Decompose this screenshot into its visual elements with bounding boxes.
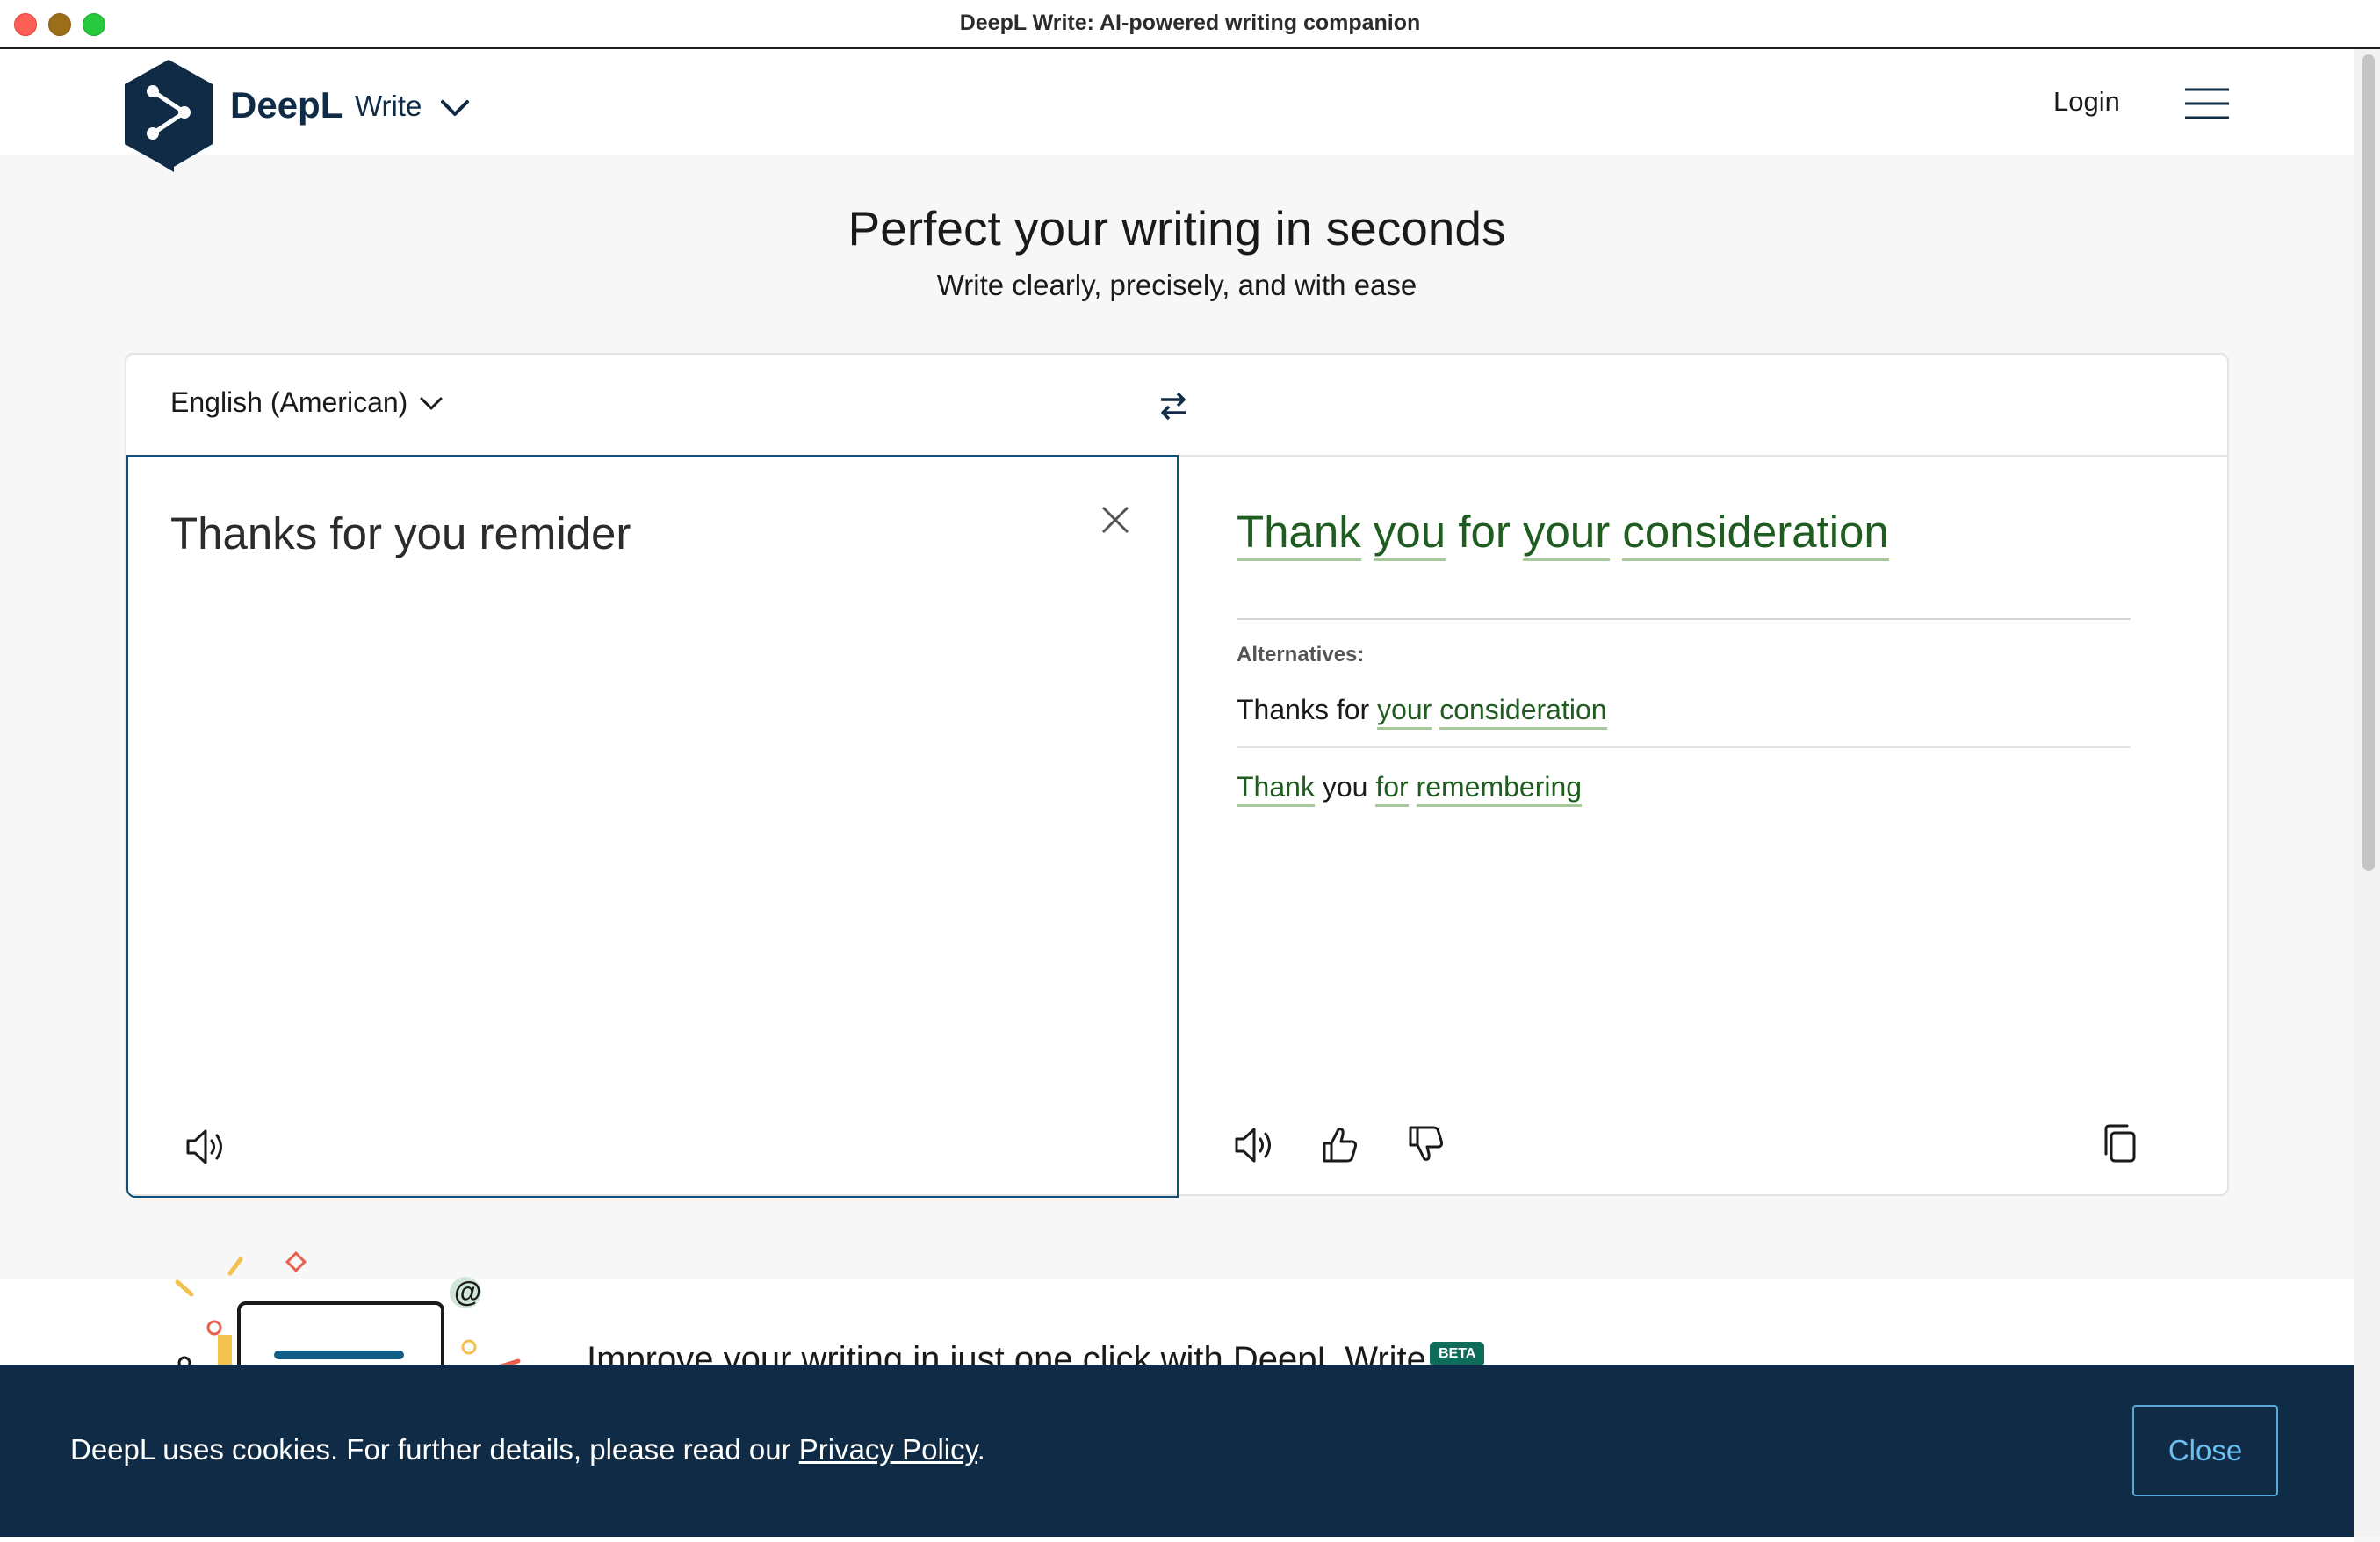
divider — [1237, 746, 2131, 748]
window-titlebar: DeepL Write: AI-powered writing companio… — [0, 0, 2380, 49]
brand-name[interactable]: DeepL — [230, 84, 343, 126]
thumbs-down-icon[interactable] — [1405, 1122, 1447, 1166]
suggested-word[interactable]: remembering — [1416, 771, 1583, 807]
chevron-down-icon[interactable] — [418, 393, 444, 414]
suggested-word[interactable]: your — [1523, 507, 1611, 561]
suggested-word[interactable]: consideration — [1439, 694, 1607, 730]
login-link[interactable]: Login — [2053, 86, 2120, 118]
unchanged-word: for — [1336, 694, 1370, 725]
beta-badge: BETA — [1430, 1342, 1485, 1366]
window-title: DeepL Write: AI-powered writing companio… — [959, 11, 1421, 35]
suggested-word[interactable]: your — [1377, 694, 1432, 730]
editor-card: English (American) Thanks for you remide… — [125, 353, 2229, 1198]
language-bar: English (American) — [126, 355, 2227, 457]
copy-icon[interactable] — [2101, 1122, 2139, 1166]
unchanged-word: for — [1458, 507, 1511, 557]
page-title: Perfect your writing in seconds — [847, 201, 1506, 256]
alternatives-label: Alternatives: — [1237, 643, 1365, 667]
suggested-word[interactable]: Thank — [1237, 771, 1315, 807]
unchanged-word: you — [1322, 771, 1368, 803]
input-pane: Thanks for you remider — [126, 455, 1179, 1198]
suggested-word[interactable]: for — [1375, 771, 1409, 807]
deepl-logo-icon[interactable] — [121, 56, 216, 172]
svg-text:@: @ — [454, 1276, 481, 1308]
thumbs-up-icon[interactable] — [1319, 1122, 1361, 1166]
suggested-word[interactable]: consideration — [1622, 507, 1889, 561]
cookie-banner: DeepL uses cookies. For further details,… — [0, 1365, 2354, 1537]
output-text[interactable]: Thank you for your consideration — [1237, 506, 1889, 561]
output-pane: Thank you for your consideration Alterna… — [1179, 455, 2229, 1198]
cookie-message: DeepL uses cookies. For further details,… — [70, 1433, 985, 1466]
swap-icon[interactable] — [1158, 388, 1189, 423]
alternative-item[interactable]: Thanks for your consideration — [1237, 694, 1607, 730]
input-textarea[interactable]: Thanks for you remider — [170, 508, 631, 559]
unchanged-word: Thanks — [1237, 694, 1329, 725]
cookie-close-button[interactable]: Close — [2132, 1405, 2278, 1496]
product-name[interactable]: Write — [355, 90, 422, 123]
site-header: DeepL Write Login — [0, 49, 2354, 172]
menu-icon[interactable] — [2183, 86, 2231, 121]
privacy-policy-link[interactable]: Privacy Policy — [799, 1433, 977, 1466]
speaker-icon[interactable] — [1233, 1124, 1277, 1166]
cookie-text-after: . — [977, 1433, 985, 1466]
suggested-word[interactable]: you — [1373, 507, 1446, 561]
alternative-item[interactable]: Thank you for remembering — [1237, 771, 1583, 807]
close-icon[interactable] — [1100, 504, 1131, 536]
chevron-down-icon[interactable] — [437, 95, 472, 121]
speaker-icon[interactable] — [184, 1126, 228, 1168]
suggested-word[interactable]: Thank — [1237, 507, 1361, 561]
page-subtitle: Write clearly, precisely, and with ease — [936, 269, 1417, 301]
cookie-text-before: DeepL uses cookies. For further details,… — [70, 1433, 799, 1466]
scrollbar-thumb[interactable] — [2362, 54, 2375, 871]
language-select[interactable]: English (American) — [170, 386, 407, 419]
divider — [1237, 618, 2131, 620]
